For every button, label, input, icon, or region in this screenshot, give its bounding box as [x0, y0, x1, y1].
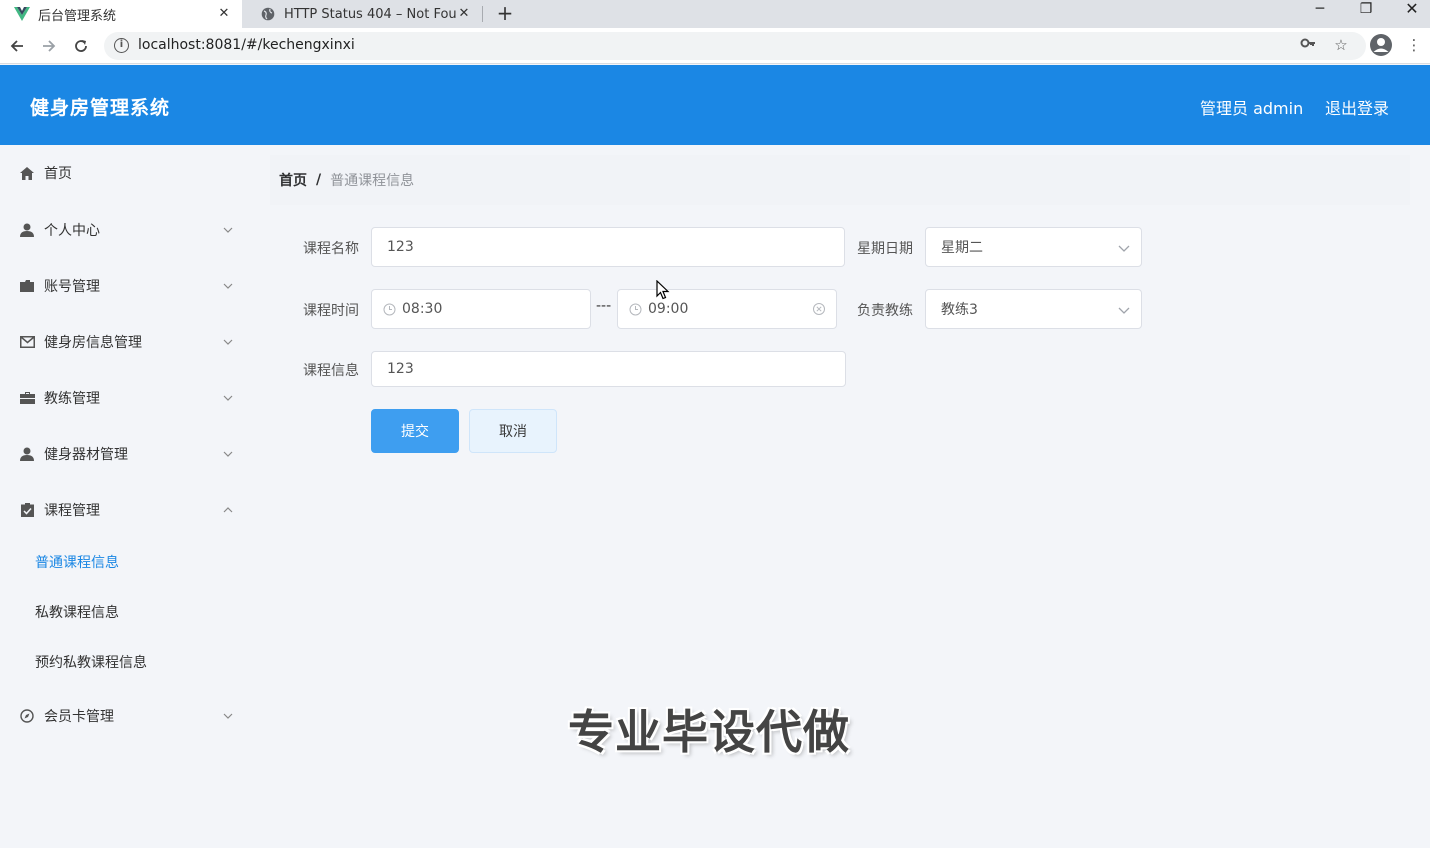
sidebar-item-personal-center[interactable]: 个人中心 [0, 202, 255, 258]
tab-title: HTTP Status 404 – Not Found [284, 6, 456, 22]
breadcrumb-current: 普通课程信息 [330, 173, 415, 189]
course-info-input[interactable]: 123 [371, 351, 846, 387]
restore-icon[interactable]: ❐ [1348, 0, 1384, 20]
sidebar-item-account[interactable]: 账号管理 [0, 258, 255, 314]
browser-menu-icon[interactable]: ⋮ [1404, 35, 1424, 55]
user-icon [19, 222, 35, 238]
browser-tab-inactive[interactable]: HTTP Status 404 – Not Found ✕ [246, 0, 482, 28]
course-time-label: 课程时间 [303, 303, 359, 319]
watermark-text: 专业毕设代做 [568, 705, 850, 759]
chevron-down-icon [221, 335, 235, 349]
tab-title: 后台管理系统 [38, 8, 117, 24]
browser-tab-active[interactable]: 后台管理系统 ✕ [0, 0, 242, 28]
key-icon[interactable] [1298, 35, 1318, 55]
mouse-cursor-icon [656, 279, 670, 300]
profile-avatar-icon[interactable] [1369, 33, 1392, 56]
sidebar-item-equipment[interactable]: 健身器材管理 [0, 426, 255, 482]
chevron-down-icon [221, 709, 235, 723]
course-name-value: 123 [387, 239, 414, 255]
coach-label: 负责教练 [857, 303, 913, 319]
sidebar-item-label: 个人中心 [44, 223, 100, 239]
bookmark-star-icon[interactable]: ☆ [1331, 35, 1351, 55]
breadcrumb: 首页 / 普通课程信息 [270, 155, 1410, 205]
minimize-icon[interactable]: ─ [1302, 0, 1338, 20]
omnibox[interactable]: i localhost:8081/#/kechengxinxi [104, 32, 1366, 60]
new-tab-icon[interactable]: + [494, 2, 516, 24]
close-tab-icon[interactable]: ✕ [456, 6, 472, 22]
app-header: 健身房管理系统 管理员 admin 退出登录 [0, 65, 1430, 145]
course-name-input[interactable]: 123 [371, 227, 845, 267]
address-bar: i localhost:8081/#/kechengxinxi ☆ ⋮ [0, 28, 1430, 64]
sidebar-item-label: 首页 [44, 166, 72, 182]
sidebar-subitem-private-course[interactable]: 私教课程信息 [0, 587, 255, 637]
coach-select[interactable]: 教练3 [925, 289, 1142, 329]
sidebar-item-label: 账号管理 [44, 279, 100, 295]
cancel-button[interactable]: 取消 [469, 409, 557, 453]
reload-icon[interactable] [70, 35, 92, 57]
course-name-label: 课程名称 [303, 241, 359, 257]
start-time-picker[interactable]: 08:30 [371, 289, 591, 329]
window-close-icon[interactable]: ✕ [1394, 0, 1430, 20]
sidebar-subitem-regular-course[interactable]: 普通课程信息 [0, 537, 255, 587]
breadcrumb-separator: / [316, 172, 322, 188]
course-info-value: 123 [387, 361, 414, 377]
app-title: 健身房管理系统 [30, 97, 171, 119]
browser-tab-bar: 后台管理系统 ✕ HTTP Status 404 – Not Found ✕ +… [0, 0, 1430, 28]
start-time-value: 08:30 [402, 301, 443, 317]
coach-value: 教练3 [941, 302, 978, 318]
globe-icon [260, 6, 276, 22]
breadcrumb-home[interactable]: 首页 [279, 170, 307, 190]
chevron-down-icon [221, 279, 235, 293]
compass-icon [19, 708, 35, 724]
sidebar-item-label: 会员卡管理 [44, 709, 114, 725]
chevron-down-icon [221, 391, 235, 405]
folder-icon [19, 278, 35, 294]
forward-icon[interactable] [38, 35, 60, 57]
url-text: localhost:8081/#/kechengxinxi [138, 37, 355, 53]
time-range-separator: --- [596, 298, 612, 314]
sidebar-item-label: 健身器材管理 [44, 447, 128, 463]
clear-circle-icon[interactable] [812, 302, 826, 316]
sidebar-item-course[interactable]: 课程管理 [0, 482, 255, 538]
mail-icon [19, 334, 35, 350]
back-icon[interactable] [6, 35, 28, 57]
sidebar-item-membership[interactable]: 会员卡管理 [0, 688, 255, 744]
sidebar-item-gym-info[interactable]: 健身房信息管理 [0, 314, 255, 370]
weekday-label: 星期日期 [857, 241, 913, 257]
sidebar-item-label: 课程管理 [44, 503, 100, 519]
close-tab-icon[interactable]: ✕ [216, 6, 232, 22]
course-info-label: 课程信息 [303, 363, 359, 379]
site-info-icon[interactable]: i [114, 38, 129, 53]
chevron-up-icon [221, 503, 235, 517]
tab-divider [482, 6, 483, 22]
weekday-select[interactable]: 星期二 [925, 227, 1142, 267]
logout-link[interactable]: 退出登录 [1325, 95, 1389, 119]
end-time-value: 09:00 [648, 301, 689, 317]
chevron-down-icon [221, 223, 235, 237]
sidebar-subitem-private-booking[interactable]: 预约私教课程信息 [0, 637, 255, 687]
chevron-down-icon [1117, 303, 1131, 317]
clipboard-icon [19, 502, 35, 518]
chevron-down-icon [1117, 241, 1131, 255]
briefcase-icon [19, 390, 35, 406]
current-user: 管理员 admin [1200, 99, 1304, 118]
sidebar: 首页 个人中心 账号管理 健身房信息管理 教练管理 健身器材管理 课程管理 普通… [0, 145, 255, 848]
sidebar-item-label: 教练管理 [44, 391, 100, 407]
clock-icon [628, 302, 642, 316]
home-icon [19, 165, 35, 181]
end-time-picker[interactable]: 09:00 [617, 289, 837, 329]
sidebar-item-home[interactable]: 首页 [0, 145, 255, 201]
sidebar-item-coach[interactable]: 教练管理 [0, 370, 255, 426]
user-icon [19, 446, 35, 462]
vue-logo-icon [14, 6, 30, 22]
submit-button[interactable]: 提交 [371, 409, 459, 453]
chevron-down-icon [221, 447, 235, 461]
weekday-value: 星期二 [941, 240, 983, 256]
clock-icon [382, 302, 396, 316]
sidebar-item-label: 健身房信息管理 [44, 335, 142, 351]
